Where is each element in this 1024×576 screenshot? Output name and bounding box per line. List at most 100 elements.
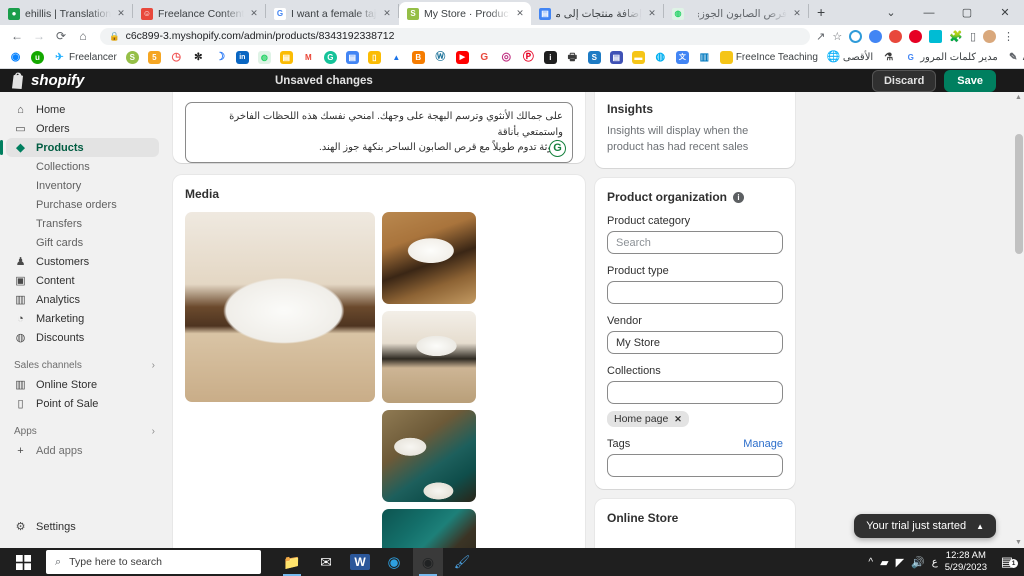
search-input[interactable]: ⌕ Type here to search bbox=[46, 550, 261, 574]
bookmark-item[interactable]: ◎ bbox=[497, 50, 516, 65]
sidebar-item-analytics[interactable]: ▥ Analytics bbox=[0, 290, 165, 309]
browser-tab[interactable]: فرص الصابون الجوزي ✕ bbox=[690, 2, 808, 25]
tab-close-icon[interactable]: ✕ bbox=[515, 8, 525, 19]
sidebar-item-home[interactable]: ⌂ Home bbox=[0, 100, 165, 119]
sidepanel-icon[interactable]: ▯ bbox=[970, 30, 976, 43]
bookmark-item[interactable]: i bbox=[541, 50, 560, 65]
tab-close-icon[interactable]: ✕ bbox=[647, 8, 657, 19]
tab-close-icon[interactable]: ✕ bbox=[116, 8, 126, 19]
info-icon[interactable]: i bbox=[733, 191, 744, 203]
scrollbar-thumb[interactable] bbox=[1015, 134, 1023, 255]
share-icon[interactable]: ↗ bbox=[816, 30, 825, 43]
sidebar-item-discounts[interactable]: ◍ Discounts bbox=[0, 328, 165, 347]
save-button[interactable]: Save bbox=[944, 69, 996, 92]
browser-tab[interactable]: ◍ bbox=[664, 2, 690, 25]
bookmark-item[interactable]: Ⓦ bbox=[431, 50, 450, 65]
media-thumbnail-soap-with-loofah-thumb[interactable] bbox=[382, 409, 476, 502]
bookmark-item[interactable]: ⚗ bbox=[879, 50, 898, 65]
word-icon[interactable]: W bbox=[345, 548, 375, 576]
windows-start-icon[interactable] bbox=[0, 554, 46, 570]
home-icon[interactable]: ⌂ bbox=[72, 29, 94, 43]
description-editor[interactable]: على جمالك الأنثوي وترسم البهجة على وجهك.… bbox=[185, 102, 573, 163]
vendor-input[interactable]: My Store bbox=[607, 331, 783, 355]
close-icon[interactable]: ✕ bbox=[674, 414, 682, 425]
bookmark-item[interactable]: u bbox=[28, 50, 47, 65]
bookmark-item[interactable]: ✼ bbox=[189, 50, 208, 65]
bookmark-item[interactable]: ✎AI bbox=[1004, 50, 1024, 65]
chrome-icon[interactable]: ◉ bbox=[413, 548, 443, 576]
wifi-icon[interactable]: ◤ bbox=[896, 556, 904, 569]
download-icon[interactable] bbox=[929, 29, 943, 43]
battery-icon[interactable]: ▰ bbox=[880, 556, 888, 569]
sidebar-item-inventory[interactable]: Inventory bbox=[0, 176, 165, 195]
forward-icon[interactable]: → bbox=[28, 29, 50, 43]
media-thumbnail-soap-on-wood-slat-thumb[interactable] bbox=[382, 211, 476, 304]
product-type-input[interactable] bbox=[607, 281, 783, 305]
bookmark-item[interactable]: 文 bbox=[673, 50, 692, 65]
mail-icon[interactable]: ✉ bbox=[311, 548, 341, 576]
bookmark-item[interactable]: G bbox=[475, 50, 494, 65]
page-scrollbar[interactable]: ▲ ▼ bbox=[1013, 92, 1024, 548]
product-category-input[interactable]: Search bbox=[607, 231, 783, 255]
media-thumbnail-soap-with-towel-thumb[interactable] bbox=[382, 310, 476, 403]
browser-tab-active[interactable]: S My Store · Products · (Samp ✕ bbox=[399, 2, 531, 25]
sidebar-item-point-of-sale[interactable]: ▯ Point of Sale bbox=[0, 394, 165, 413]
bookmark-item[interactable]: ▤ bbox=[607, 50, 626, 65]
tab-close-icon[interactable]: ✕ bbox=[249, 8, 259, 19]
language-indicator[interactable]: ع bbox=[932, 557, 938, 568]
scroll-down-icon[interactable]: ▼ bbox=[1014, 539, 1023, 546]
bookmark-item[interactable]: ▬ bbox=[629, 50, 648, 65]
mailchimp-icon[interactable] bbox=[889, 29, 903, 43]
bookmark-item[interactable]: ▤ bbox=[277, 50, 296, 65]
bookmark-item[interactable]: ◷ bbox=[167, 50, 186, 65]
bookmark-star-icon[interactable]: ☆ bbox=[832, 30, 842, 43]
bookmark-item[interactable]: ▶ bbox=[453, 50, 472, 65]
bookmark-item[interactable]: B bbox=[409, 50, 428, 65]
chevron-right-icon[interactable]: › bbox=[152, 426, 155, 437]
media-thumbnail-soap-with-teal-bottle-thumb[interactable] bbox=[382, 508, 476, 548]
edge-icon[interactable]: ◉ bbox=[379, 548, 409, 576]
bookmark-item[interactable]: Ⓟ bbox=[519, 50, 538, 65]
bookmark-item[interactable]: 🌐 الأقصى bbox=[824, 50, 876, 65]
bookmark-item[interactable]: G مدير كلمات المرور bbox=[901, 50, 1001, 65]
back-icon[interactable]: ← bbox=[6, 29, 28, 43]
bookmark-item[interactable]: ▯ bbox=[365, 50, 384, 65]
apps-header[interactable]: Apps › bbox=[0, 421, 165, 441]
window-maximize-icon[interactable]: ▢ bbox=[948, 6, 986, 19]
sidebar-item-transfers[interactable]: Transfers bbox=[0, 214, 165, 233]
media-thumbnail-soap-on-wooden-tray-main[interactable] bbox=[185, 211, 375, 402]
manage-tags-link[interactable]: Manage bbox=[743, 438, 783, 450]
sidebar-item-content[interactable]: ▣ Content bbox=[0, 271, 165, 290]
browser-tab[interactable]: ☺ Freelance Content Writing | ✕ bbox=[133, 2, 265, 25]
pinterest-icon[interactable] bbox=[909, 29, 923, 43]
bookmark-item[interactable]: 5 bbox=[145, 50, 164, 65]
trial-toast[interactable]: Your trial just started ▲ bbox=[854, 514, 996, 538]
address-bar[interactable]: 🔒 c6c899-3.myshopify.com/admin/products/… bbox=[100, 27, 811, 45]
bookmark-item[interactable]: FreeInce Teaching bbox=[717, 50, 821, 65]
shopify-logo[interactable]: shopify bbox=[10, 72, 84, 90]
chevron-up-icon[interactable]: ▲ bbox=[976, 522, 984, 531]
grammarly-badge-icon[interactable]: G bbox=[549, 139, 566, 157]
discard-button[interactable]: Discard bbox=[871, 69, 937, 92]
sidebar-item-online-store[interactable]: ▥ Online Store bbox=[0, 375, 165, 394]
sidebar-item-add-apps[interactable]: + Add apps bbox=[0, 441, 165, 460]
bookmark-item[interactable]: ☽ bbox=[211, 50, 230, 65]
sidebar-item-orders[interactable]: ▭ Orders bbox=[0, 119, 165, 138]
scroll-up-icon[interactable]: ▲ bbox=[1014, 94, 1023, 101]
sidebar-item-collections[interactable]: Collections bbox=[0, 157, 165, 176]
bookmark-item[interactable]: S bbox=[123, 50, 142, 65]
tray-chevron-icon[interactable]: ^ bbox=[868, 557, 873, 568]
browser-tab[interactable]: ● ehillis | Translation, Languag ✕ bbox=[0, 2, 132, 25]
sidebar-item-purchase-orders[interactable]: Purchase orders bbox=[0, 195, 165, 214]
notifications-icon[interactable]: ▤ 1 bbox=[994, 554, 1020, 570]
bookmark-item[interactable]: ◍ bbox=[255, 50, 274, 65]
window-close-icon[interactable]: ✕ bbox=[986, 6, 1024, 19]
extension-circle-icon[interactable] bbox=[849, 29, 863, 43]
new-tab-button[interactable]: + bbox=[809, 4, 833, 22]
bookmark-item[interactable]: M bbox=[299, 50, 318, 65]
bookmark-item[interactable]: ✈ Freelancer bbox=[50, 50, 120, 65]
translate-icon[interactable] bbox=[869, 29, 883, 43]
paint3d-icon[interactable]: 🖌 bbox=[447, 548, 477, 576]
bookmark-item[interactable]: ◉ bbox=[6, 50, 25, 65]
bookmark-item[interactable]: ▲ bbox=[387, 50, 406, 65]
